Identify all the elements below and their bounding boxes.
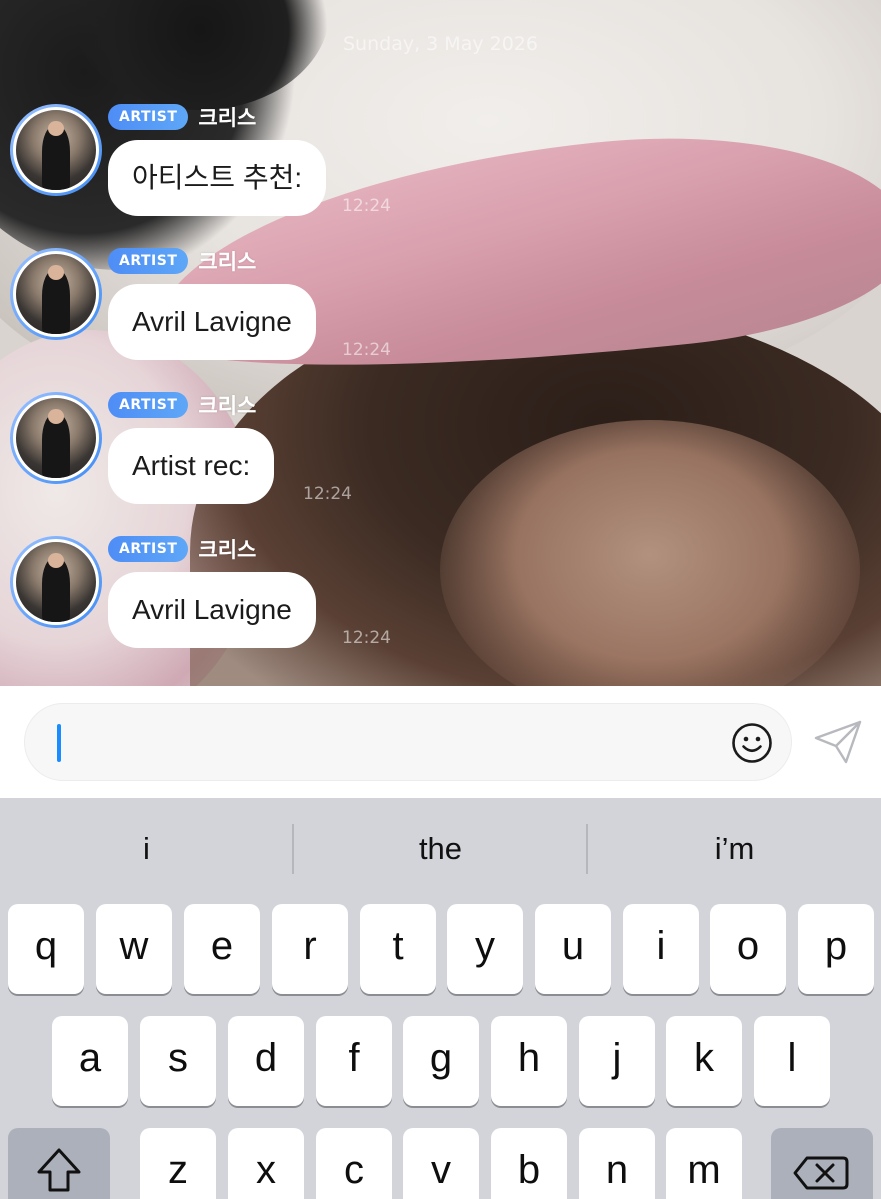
avatar-photo [13, 251, 99, 337]
avatar-face [48, 409, 64, 424]
key-j[interactable]: j [579, 1016, 655, 1106]
artist-badge: ARTIST [108, 104, 189, 130]
sender-name: 크리스 [198, 394, 257, 418]
avatar-figure [41, 270, 71, 334]
key-a[interactable]: a [52, 1016, 128, 1106]
artist-badge: ARTIST [108, 248, 189, 274]
key-g[interactable]: g [403, 1016, 479, 1106]
sender-name: 크리스 [198, 538, 257, 562]
avatar-face [48, 553, 64, 568]
key-q[interactable]: q [8, 904, 84, 994]
key-r[interactable]: r [272, 904, 348, 994]
message-time: 12:24 [342, 196, 391, 216]
sender-name: 크리스 [198, 106, 257, 130]
suggestion-1[interactable]: i [0, 820, 293, 878]
delete-key[interactable] [771, 1128, 873, 1199]
key-n[interactable]: n [579, 1128, 655, 1199]
key-l[interactable]: l [754, 1016, 830, 1106]
avatar-photo [13, 395, 99, 481]
key-x[interactable]: x [228, 1128, 304, 1199]
key-w[interactable]: w [96, 904, 172, 994]
shift-key[interactable] [8, 1128, 110, 1199]
key-z[interactable]: z [140, 1128, 216, 1199]
message-time: 12:24 [342, 628, 391, 648]
avatar-figure [41, 558, 71, 622]
avatar-face [48, 121, 64, 136]
key-v[interactable]: v [403, 1128, 479, 1199]
artist-badge: ARTIST [108, 392, 189, 418]
message-composer [0, 686, 881, 798]
key-y[interactable]: y [447, 904, 523, 994]
chat-screen: Sunday, 3 May 2026 ARTIST 크리스 아티스트 추천: 1… [0, 0, 881, 1199]
suggestion-2[interactable]: the [294, 820, 587, 878]
artist-badge: ARTIST [108, 536, 189, 562]
text-caret [57, 724, 61, 762]
sender-line: ARTIST 크리스 [108, 104, 256, 130]
key-u[interactable]: u [535, 904, 611, 994]
key-c[interactable]: c [316, 1128, 392, 1199]
message-time: 12:24 [342, 340, 391, 360]
key-t[interactable]: t [360, 904, 436, 994]
avatar-figure [41, 126, 71, 190]
sender-line: ARTIST 크리스 [108, 248, 256, 274]
on-screen-keyboard: i the i’m q w e r t y u i o p a s d f g … [0, 798, 881, 1199]
shift-arrow-icon [37, 1148, 81, 1192]
avatar-photo [13, 539, 99, 625]
avatar[interactable] [10, 248, 102, 340]
key-o[interactable]: o [710, 904, 786, 994]
key-k[interactable]: k [666, 1016, 742, 1106]
paper-plane-icon[interactable] [812, 716, 864, 768]
avatar-figure [41, 414, 71, 478]
message-bubble[interactable]: 아티스트 추천: [108, 140, 327, 216]
key-m[interactable]: m [666, 1128, 742, 1199]
sender-name: 크리스 [198, 250, 257, 274]
key-b[interactable]: b [491, 1128, 567, 1199]
message-bubble[interactable]: Artist rec: [108, 428, 275, 504]
key-d[interactable]: d [228, 1016, 304, 1106]
sender-line: ARTIST 크리스 [108, 536, 256, 562]
key-i[interactable]: i [623, 904, 699, 994]
message-input[interactable] [24, 703, 792, 781]
date-separator: Sunday, 3 May 2026 [343, 33, 538, 55]
message-bubble[interactable]: Avril Lavigne [108, 284, 316, 360]
sender-line: ARTIST 크리스 [108, 392, 256, 418]
key-f[interactable]: f [316, 1016, 392, 1106]
message-bubble[interactable]: Avril Lavigne [108, 572, 316, 648]
avatar-face [48, 265, 64, 280]
avatar[interactable] [10, 392, 102, 484]
suggestion-3[interactable]: i’m [588, 820, 881, 878]
key-h[interactable]: h [491, 1016, 567, 1106]
avatar-photo [13, 107, 99, 193]
chat-area[interactable]: Sunday, 3 May 2026 ARTIST 크리스 아티스트 추천: 1… [0, 0, 881, 686]
predictive-suggestions: i the i’m [0, 798, 881, 898]
key-e[interactable]: e [184, 904, 260, 994]
backspace-icon [793, 1156, 849, 1190]
key-s[interactable]: s [140, 1016, 216, 1106]
key-p[interactable]: p [798, 904, 874, 994]
avatar[interactable] [10, 104, 102, 196]
avatar[interactable] [10, 536, 102, 628]
message-time: 12:24 [303, 484, 352, 504]
smiley-face-icon[interactable] [731, 722, 773, 764]
